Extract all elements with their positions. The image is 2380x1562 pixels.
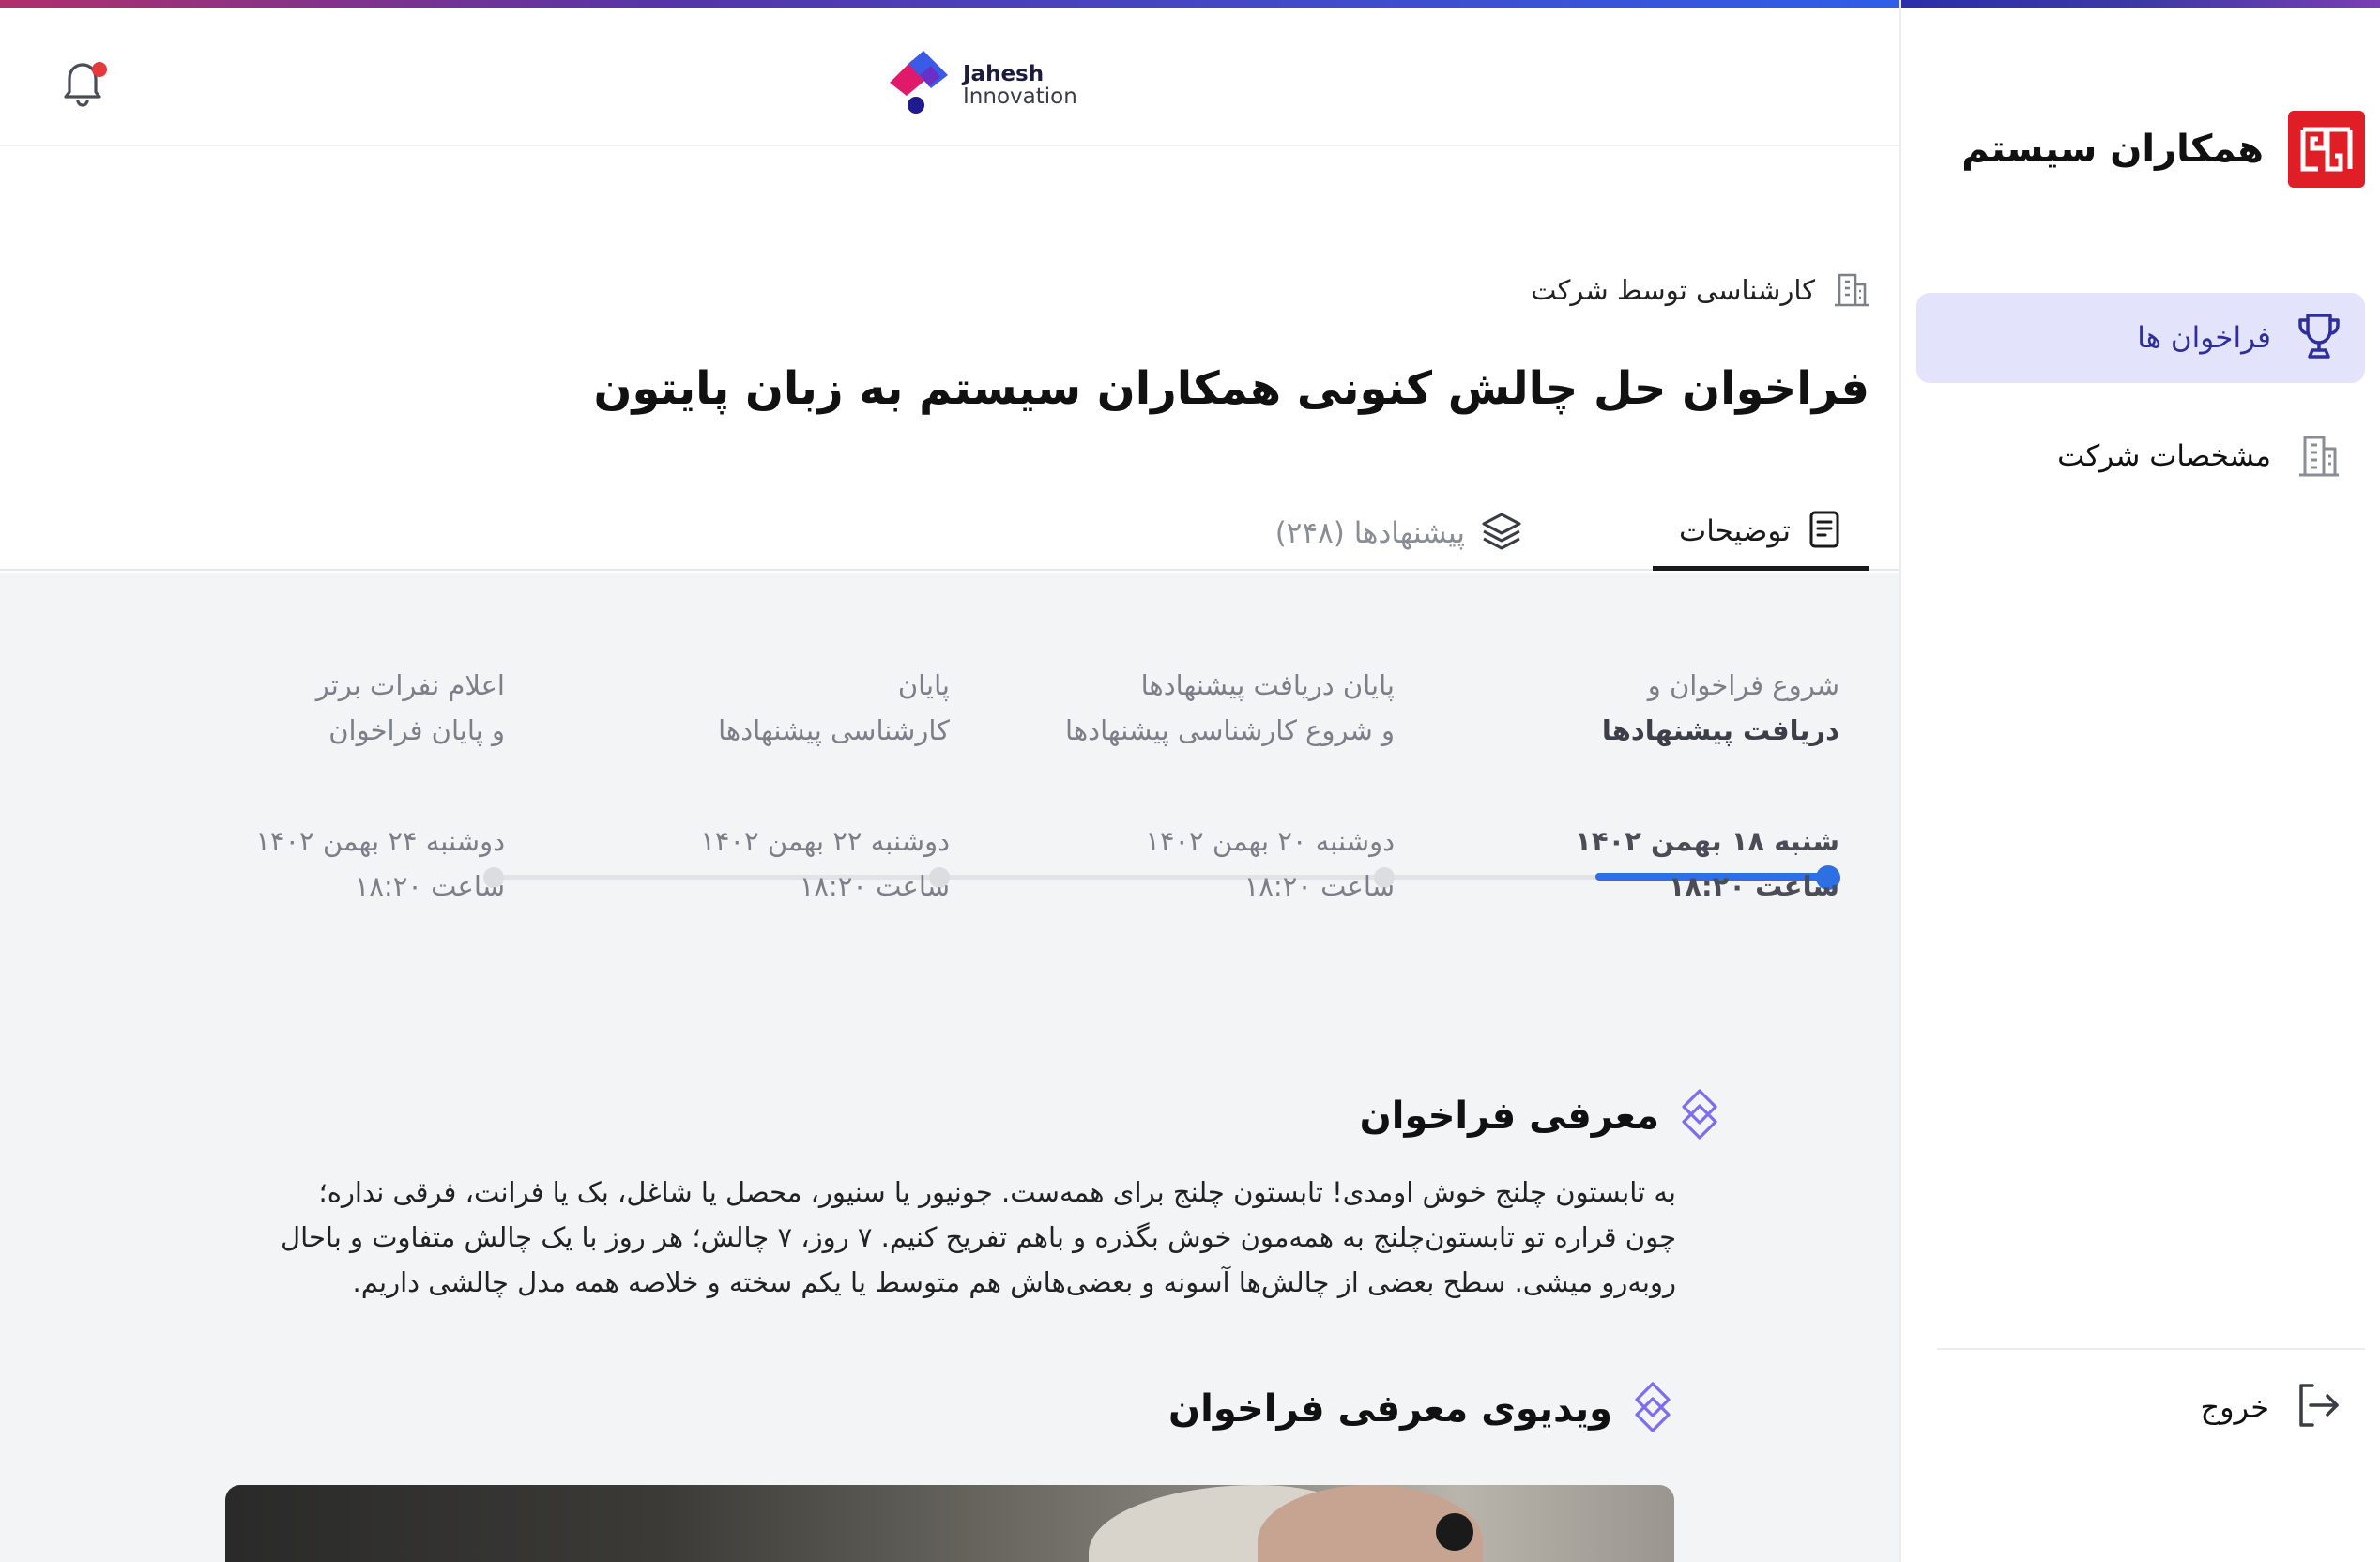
- video-heading: ویدیوی معرفی فراخوان: [1168, 1380, 1674, 1438]
- step-title-line2: و شروع کارشناسی پیشنهادها: [1065, 714, 1395, 746]
- timeline-step: اعلام نفرات برتر و پایان فراخوان دوشنبه …: [111, 663, 505, 902]
- intro-line: چون قراره تو تابستون‌چلنج به همه‌مون خوش…: [281, 1221, 1676, 1253]
- notification-dot: [92, 62, 107, 77]
- jahesh-logo: Jahesh Innovation: [882, 51, 1077, 120]
- step-title-line2: دریافت پیشنهادها: [1601, 714, 1839, 746]
- company-tag: کارشناسی توسط شرکت: [1531, 268, 1871, 312]
- jahesh-logo-icon: [882, 51, 955, 120]
- step-title-line1: پایان: [897, 669, 950, 701]
- logo-line-1: Jahesh: [963, 61, 1045, 86]
- step-time: ساعت ۱۸:۲۰: [799, 870, 950, 902]
- intro-text: به تابستون چلنج خوش اومدی! تابستون چلنج …: [212, 1170, 1676, 1305]
- sidebar-item-calls[interactable]: فراخوان ها: [1916, 293, 2365, 383]
- step-time: ساعت ۱۸:۲۰: [1668, 870, 1839, 902]
- brand: همکاران سیستم: [1961, 111, 2365, 188]
- brand-name: همکاران سیستم: [1961, 128, 2264, 171]
- logout-label: خروج: [2200, 1389, 2269, 1425]
- chain-link-icon: [1631, 1380, 1674, 1438]
- step-title-line1: شروع فراخوان و: [1647, 669, 1839, 701]
- sidebar-item-label: فراخوان ها: [2137, 321, 2271, 355]
- call-header-section: کارشناسی توسط شرکت فراخوان حل چالش کنونی…: [0, 148, 1899, 571]
- header: Jahesh Innovation: [0, 8, 1899, 146]
- step-title-line1: پایان دریافت پیشنهادها: [1140, 669, 1395, 701]
- chain-link-icon: [1678, 1087, 1721, 1145]
- video-heading-text: ویدیوی معرفی فراخوان: [1167, 1387, 1612, 1431]
- layers-icon: [1480, 511, 1523, 556]
- tab-proposals[interactable]: پیشنهادها (۲۴۸): [1249, 496, 1549, 571]
- sidebar-item-company-profile[interactable]: مشخصات شرکت: [1916, 411, 2365, 501]
- step-time: ساعت ۱۸:۲۰: [354, 870, 505, 902]
- building-icon: [1832, 268, 1871, 312]
- notification-bell-icon[interactable]: [62, 58, 109, 111]
- tab-bar: توضیحات پیشنهادها (۲۴۸): [1249, 496, 1869, 571]
- building-icon: [2296, 430, 2342, 482]
- sidebar-top-bar: [1901, 0, 2380, 8]
- intro-heading: معرفی فراخوان: [1360, 1087, 1721, 1145]
- logout-icon: [2292, 1380, 2342, 1434]
- call-details: شروع فراخوان و دریافت پیشنهادها شنبه ۱۸ …: [0, 573, 1899, 1562]
- step-date: دوشنبه ۲۴ بهمن ۱۴۰۲: [255, 825, 505, 857]
- step-title-line2: و پایان فراخوان: [328, 714, 505, 746]
- intro-video-player[interactable]: [225, 1485, 1674, 1562]
- main-content: Jahesh Innovation کارشناسی توسط شرکت فرا…: [0, 0, 1899, 1562]
- sidebar-item-label: مشخصات شرکت: [2057, 439, 2271, 473]
- tab-description[interactable]: توضیحات: [1653, 496, 1869, 571]
- timeline-step: پایان کارشناسی پیشنهادها دوشنبه ۲۲ بهمن …: [556, 663, 950, 902]
- sidebar: همکاران سیستم فراخوان ها مشخصات شرکت خرو…: [1899, 0, 2380, 1562]
- logo-line-2: Innovation: [963, 84, 1077, 109]
- company-logo-icon: [2288, 111, 2365, 188]
- step-date: شنبه ۱۸ بهمن ۱۴۰۲: [1575, 825, 1839, 857]
- top-gradient-bar: [0, 0, 1899, 8]
- step-time: ساعت ۱۸:۲۰: [1243, 870, 1395, 902]
- logout-button[interactable]: خروج: [2200, 1380, 2342, 1434]
- divider: [1937, 1348, 2365, 1350]
- timeline: شروع فراخوان و دریافت پیشنهادها شنبه ۱۸ …: [0, 663, 1899, 944]
- timeline-step: شروع فراخوان و دریافت پیشنهادها شنبه ۱۸ …: [1445, 663, 1839, 902]
- tab-label: پیشنهادها (۲۴۸): [1274, 516, 1466, 550]
- step-date: دوشنبه ۲۲ بهمن ۱۴۰۲: [700, 825, 950, 857]
- intro-line: به تابستون چلنج خوش اومدی! تابستون چلنج …: [318, 1176, 1677, 1208]
- page-title: فراخوان حل چالش کنونی همکاران سیستم به ز…: [593, 362, 1870, 415]
- intro-heading-text: معرفی فراخوان: [1359, 1095, 1659, 1138]
- step-title-line1: اعلام نفرات برتر: [315, 669, 505, 701]
- document-icon: [1806, 509, 1843, 554]
- video-thumbnail-shape: [1436, 1513, 1473, 1551]
- tab-label: توضیحات: [1679, 513, 1791, 548]
- timeline-step: پایان دریافت پیشنهادها و شروع کارشناسی پ…: [1000, 663, 1395, 902]
- step-title-line2: کارشناسی پیشنهادها: [718, 714, 950, 746]
- company-tag-label: کارشناسی توسط شرکت: [1531, 274, 1815, 306]
- intro-line: روبه‌رو میشی. سطح بعضی از چالش‌ها آسونه …: [352, 1266, 1677, 1298]
- step-date: دوشنبه ۲۰ بهمن ۱۴۰۲: [1145, 825, 1395, 857]
- trophy-icon: [2296, 312, 2342, 364]
